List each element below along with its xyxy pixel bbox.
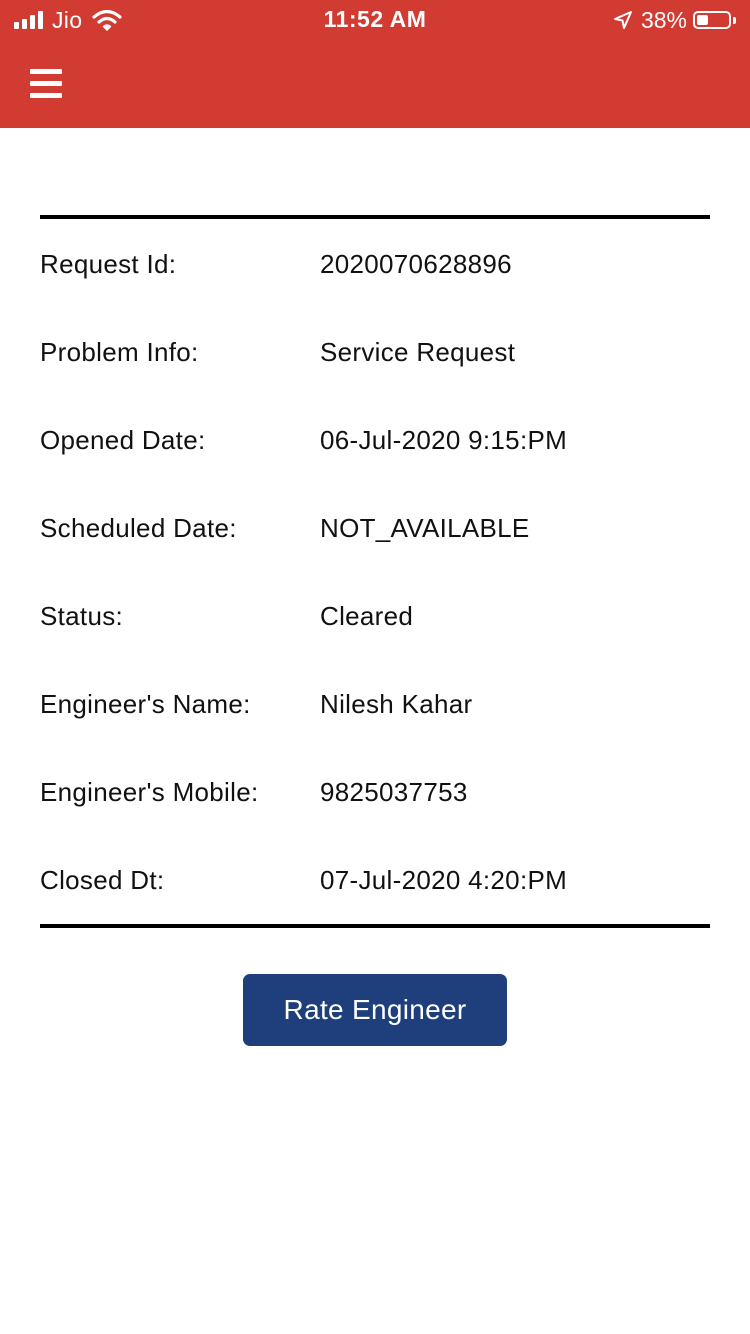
detail-label: Request Id: [40,249,177,279]
bottom-divider [40,924,710,928]
request-details: Request Id: 2020070628896 Problem Info: Ser… [40,220,710,924]
rate-engineer-button[interactable]: Rate Engineer [243,974,507,1046]
detail-row: Status: Cleared [40,572,710,660]
detail-label: Scheduled Date: [40,513,237,543]
detail-value: 9825037753 [320,777,468,807]
detail-value: 2020070628896 [320,249,512,279]
battery-cap [733,16,736,24]
app-header: Jio 11:52 AM 38% [0,0,750,128]
battery-level [697,15,708,25]
detail-row: Closed Dt: 07-Jul-2020 4:20:PM [40,836,710,924]
detail-row: Opened Date: 06-Jul-2020 9:15:PM [40,396,710,484]
detail-row: Request Id: 2020070628896 [40,220,710,308]
status-right: 38% [613,6,736,34]
detail-label: Problem Info: [40,337,199,367]
detail-row: Engineer's Mobile: 9825037753 [40,748,710,836]
top-divider [40,215,710,219]
detail-label: Opened Date: [40,425,206,455]
detail-label: Status: [40,601,124,631]
detail-label: Engineer's Name: [40,689,251,719]
battery-icon [693,11,731,29]
battery-percent: 38% [640,6,687,33]
detail-row: Problem Info: Service Request [40,308,710,396]
location-arrow-icon [613,11,632,29]
detail-row: Engineer's Name: Nilesh Kahar [40,660,710,748]
detail-value: NOT_AVAILABLE [320,513,530,543]
detail-row: Scheduled Date: NOT_AVAILABLE [40,484,710,572]
hamburger-menu-icon[interactable] [30,66,64,100]
app-screen: Jio 11:52 AM 38% Request Id: 20200706288… [0,0,750,1334]
detail-value: Cleared [320,601,414,631]
detail-label: Closed Dt: [40,865,165,895]
detail-value: Nilesh Kahar [320,689,473,719]
status-bar: Jio 11:52 AM 38% [0,0,750,40]
detail-value: 07-Jul-2020 4:20:PM [320,865,568,895]
detail-label: Engineer's Mobile: [40,777,259,807]
detail-value: Service Request [320,337,516,367]
detail-value: 06-Jul-2020 9:15:PM [320,425,568,455]
